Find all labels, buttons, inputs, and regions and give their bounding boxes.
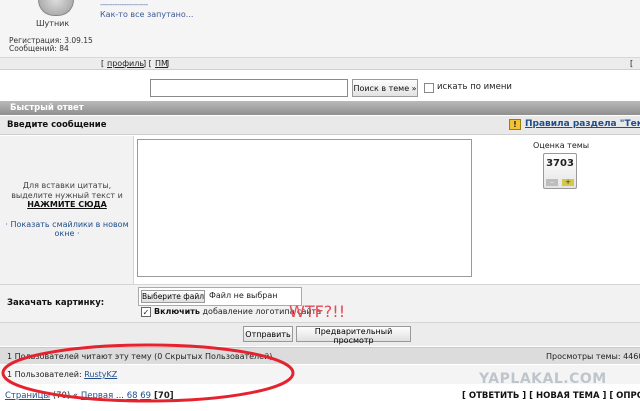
show-smiles-link-line2[interactable]: окне · — [0, 229, 134, 238]
annotation-text: WTF?!! — [289, 302, 346, 321]
post-signature-text: Как-то все запутано... — [100, 10, 194, 19]
pagination: Страницы (70) « Первая ... 68 69 [70] — [5, 391, 174, 401]
page-68-link[interactable]: 68 — [127, 391, 138, 401]
file-status-text: Файл не выбран — [209, 291, 278, 300]
topic-rating-label: Оценка темы — [533, 141, 590, 150]
bracket-mid: ] [ — [143, 59, 152, 68]
quick-reply-header — [0, 101, 640, 115]
insert-quote-link[interactable]: НАЖМИТЕ СЮДА — [0, 200, 134, 209]
current-page: [70] — [151, 391, 174, 401]
pages-count: (70) « — [50, 391, 81, 401]
post-area — [0, 0, 640, 58]
topic-views-text: Просмотры темы: 4460 — [546, 352, 640, 361]
choose-file-button[interactable]: Выберите файл — [141, 290, 205, 303]
profile-link[interactable]: профиль — [107, 59, 144, 68]
search-input[interactable] — [150, 79, 348, 97]
upload-image-label: Закачать картинку: — [7, 298, 105, 308]
first-page-link[interactable]: Первая — [81, 391, 113, 401]
quick-reply-title: Быстрый ответ — [10, 103, 84, 113]
user-link[interactable]: RustyKZ — [84, 370, 117, 379]
preview-button[interactable]: Предварительный просмотр — [296, 326, 411, 345]
show-smiles-link[interactable]: · Показать смайлики в новом — [0, 220, 134, 229]
reply-left-column — [0, 136, 134, 284]
bracket-open: [ — [101, 59, 105, 68]
warning-icon: ! — [509, 119, 521, 130]
page-69-link[interactable]: 69 — [140, 391, 151, 401]
pages-label-link[interactable]: Страницы — [5, 391, 50, 401]
add-logo-checkbox[interactable]: ✓ — [141, 307, 151, 317]
topic-actions[interactable]: [ ОТВЕТИТЬ ] [ НОВАЯ ТЕМА ] [ ОПРОС ] — [462, 391, 640, 401]
search-in-topic-button[interactable]: Поиск в теме » — [352, 79, 418, 97]
send-button[interactable]: Отправить — [243, 326, 293, 342]
topic-rating-value: 3703 — [546, 158, 574, 169]
search-by-name-checkbox[interactable] — [424, 83, 434, 93]
post-actions-row: [ профиль ] [ ПМ ] [ — [0, 58, 640, 70]
user-nick: Шутник — [36, 19, 70, 28]
user-messages-count: Сообщений: 84 — [9, 44, 69, 53]
bracket-close: ] — [166, 59, 170, 68]
message-textarea[interactable] — [137, 139, 472, 277]
rating-plus-button[interactable]: + — [562, 179, 574, 186]
add-logo-label-bold: Включить — [154, 307, 200, 316]
quote-hint-line2: выделите нужный текст и — [11, 191, 123, 200]
users-prefix: 1 Пользователей: — [7, 370, 85, 379]
pages-ellipsis: ... — [113, 391, 127, 401]
enter-message-label: Введите сообщение — [7, 120, 107, 130]
post-signature-divider: -------------------- — [100, 0, 148, 9]
quote-hint-line1: Для вставки цитаты, — [22, 181, 112, 190]
rating-minus-button[interactable]: – — [546, 179, 558, 186]
users-list: 1 Пользователей: RustyKZ — [7, 370, 117, 379]
bracket-right: [ — [630, 59, 634, 68]
search-by-name-label: искать по имени — [437, 82, 512, 92]
readers-count-text: 1 Пользователей читают эту тему (0 Скрыт… — [7, 352, 273, 361]
section-rules-link[interactable]: Правила раздела "Тексты" — [525, 119, 640, 129]
